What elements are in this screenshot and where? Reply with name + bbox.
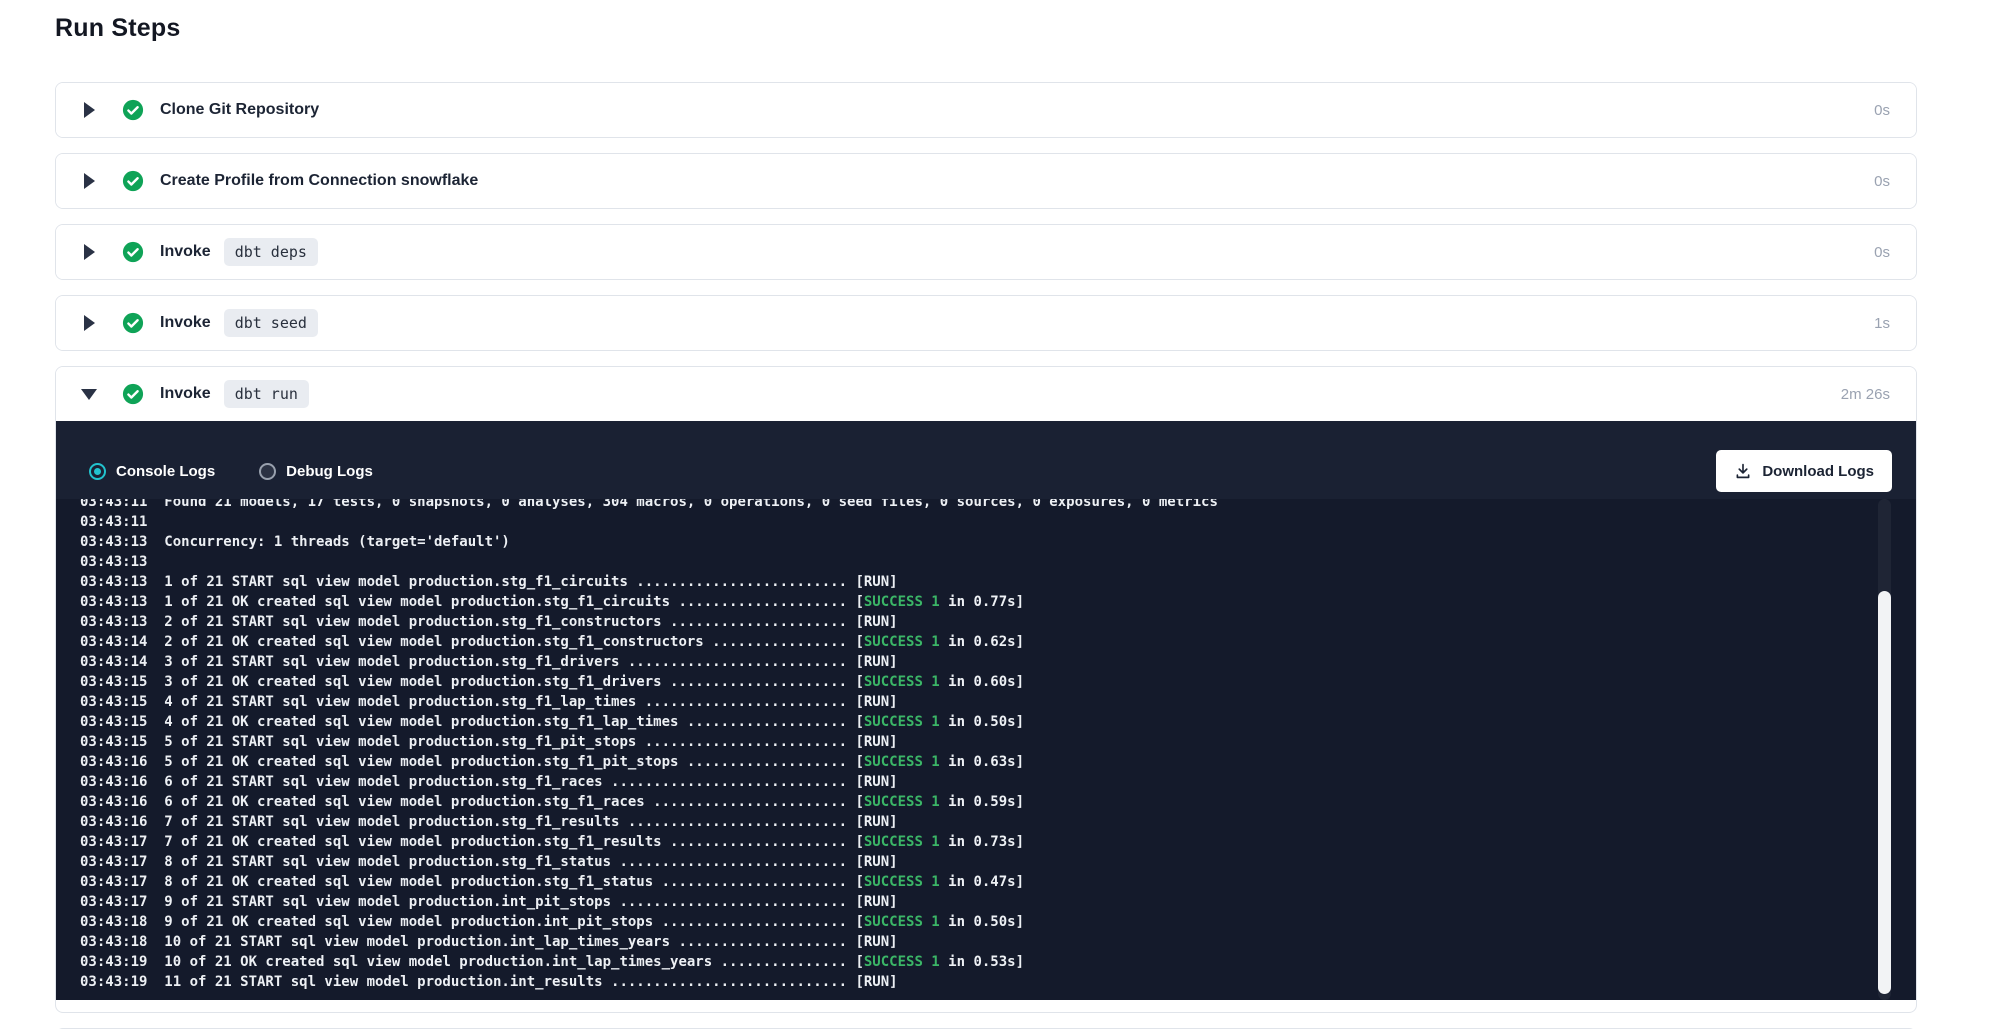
step-duration: 0s [1874,102,1890,119]
log-line: 03:43:17 8 of 21 OK created sql view mod… [80,872,1916,892]
step-label: Clone Git Repository [160,101,319,119]
download-icon [1734,462,1752,480]
caret-right-icon[interactable] [82,244,96,260]
run-steps-page: Run Steps Clone Git Repository 0s Create… [55,14,1917,1029]
log-line: 03:43:15 5 of 21 START sql view model pr… [80,732,1916,752]
log-scrollbar-thumb[interactable] [1878,591,1891,994]
console-logs-radio[interactable]: Console Logs [89,463,215,480]
log-line: 03:43:13 1 of 21 OK created sql view mod… [80,592,1916,612]
step-card-dbt-run: Invoke dbt run 2m 26s Console Logs Debug… [55,366,1917,1013]
step-label: Create Profile from Connection snowflake [160,172,478,190]
success-check-icon [122,383,144,405]
debug-logs-label: Debug Logs [286,463,373,480]
log-line: 03:43:13 1 of 21 START sql view model pr… [80,572,1916,592]
caret-right-icon[interactable] [82,173,96,189]
log-line: 03:43:19 10 of 21 OK created sql view mo… [80,952,1916,972]
download-logs-button[interactable]: Download Logs [1716,450,1892,492]
log-line: 03:43:16 7 of 21 START sql view model pr… [80,812,1916,832]
log-line: 03:43:16 5 of 21 OK created sql view mod… [80,752,1916,772]
log-scrollbar-track[interactable] [1878,499,1891,1000]
log-line: 03:43:15 4 of 21 START sql view model pr… [80,692,1916,712]
log-line: 03:43:16 6 of 21 OK created sql view mod… [80,792,1916,812]
log-line: 03:43:13 Concurrency: 1 threads (target=… [80,532,1916,552]
step-command-chip: dbt deps [224,238,318,266]
log-line: 03:43:18 9 of 21 OK created sql view mod… [80,912,1916,932]
debug-logs-radio[interactable]: Debug Logs [259,463,373,480]
download-logs-label: Download Logs [1762,463,1874,480]
caret-right-icon[interactable] [82,315,96,331]
success-check-icon [122,170,144,192]
log-line: 03:43:11 Found 21 models, 17 tests, 0 sn… [80,499,1916,512]
console-log-panel: Console Logs Debug Logs Download Logs [56,421,1916,1000]
log-line: 03:43:14 3 of 21 START sql view model pr… [80,652,1916,672]
step-card-dbt-deps: Invoke dbt deps 0s [55,224,1917,280]
log-line: 03:43:16 6 of 21 START sql view model pr… [80,772,1916,792]
step-label: Invoke [160,385,211,403]
step-command-chip: dbt run [224,380,309,408]
success-check-icon [122,312,144,334]
step-card-clone-git: Clone Git Repository 0s [55,82,1917,138]
radio-unselected-icon[interactable] [259,463,276,480]
step-duration: 2m 26s [1841,386,1890,403]
run-steps-list: Clone Git Repository 0s Create Profile f… [55,82,1917,1029]
page-title: Run Steps [55,14,1917,43]
success-check-icon [122,241,144,263]
step-command-chip: dbt seed [224,309,318,337]
log-line: 03:43:14 2 of 21 OK created sql view mod… [80,632,1916,652]
log-line: 03:43:18 10 of 21 START sql view model p… [80,932,1916,952]
log-line: 03:43:15 4 of 21 OK created sql view mod… [80,712,1916,732]
step-duration: 0s [1874,244,1890,261]
step-header[interactable]: Invoke dbt run 2m 26s [56,367,1916,421]
log-line: 03:43:17 8 of 21 START sql view model pr… [80,852,1916,872]
step-header[interactable]: Clone Git Repository 0s [56,83,1916,137]
console-logs-label: Console Logs [116,463,215,480]
caret-right-icon[interactable] [82,102,96,118]
log-line: 03:43:11 [80,512,1916,532]
log-toolbar: Console Logs Debug Logs Download Logs [56,421,1916,499]
caret-down-icon[interactable] [82,389,96,400]
success-check-icon [122,99,144,121]
step-header[interactable]: Invoke dbt deps 0s [56,225,1916,279]
step-duration: 0s [1874,173,1890,190]
log-line: 03:43:13 [80,552,1916,572]
log-line: 03:43:17 9 of 21 START sql view model pr… [80,892,1916,912]
log-viewport[interactable]: 03:43:11 Found 21 models, 17 tests, 0 sn… [56,499,1916,1000]
log-content: 03:43:11 Found 21 models, 17 tests, 0 sn… [56,499,1916,992]
step-header[interactable]: Create Profile from Connection snowflake… [56,154,1916,208]
step-label: Invoke [160,314,211,332]
step-header[interactable]: Invoke dbt seed 1s [56,296,1916,350]
step-label: Invoke [160,243,211,261]
radio-selected-icon[interactable] [89,463,106,480]
step-card-dbt-seed: Invoke dbt seed 1s [55,295,1917,351]
step-duration: 1s [1874,315,1890,332]
step-card-create-profile: Create Profile from Connection snowflake… [55,153,1917,209]
log-line: 03:43:17 7 of 21 OK created sql view mod… [80,832,1916,852]
log-line: 03:43:15 3 of 21 OK created sql view mod… [80,672,1916,692]
log-line: 03:43:13 2 of 21 START sql view model pr… [80,612,1916,632]
log-line: 03:43:19 11 of 21 START sql view model p… [80,972,1916,992]
